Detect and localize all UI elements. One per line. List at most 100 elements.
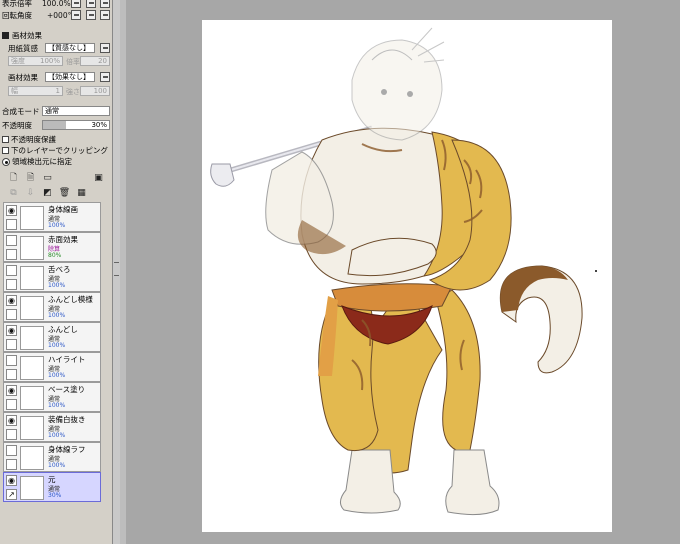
layer-opacity: 30% (48, 492, 62, 499)
layer-row[interactable]: ◉ ふんどし模様 通常 100% (3, 292, 101, 322)
visibility-eye-icon[interactable] (6, 445, 17, 456)
panel-scrollbar[interactable] (112, 0, 120, 544)
layer-lock-toggle[interactable] (6, 459, 17, 470)
material-effect-label: 画材効果 (8, 73, 38, 82)
layer-lock-toggle[interactable] (6, 279, 17, 290)
material-strength-field: 100 (80, 86, 110, 96)
zoom-reset-button[interactable] (100, 0, 110, 8)
visibility-eye-icon[interactable] (6, 265, 17, 276)
layer-lock-toggle[interactable] (6, 219, 17, 230)
new-folder-icon[interactable]: ▭ (42, 172, 53, 183)
new-layer-icon[interactable]: 🗋 (8, 172, 19, 183)
visibility-eye-icon[interactable]: ◉ (6, 415, 17, 426)
paper-intensity-label: 強度 (11, 57, 25, 65)
layer-opacity: 100% (48, 462, 66, 469)
layer-mask-icon[interactable]: ▣ (93, 172, 104, 183)
clipping-checkbox[interactable] (2, 147, 9, 154)
visibility-eye-icon[interactable]: ◉ (6, 385, 17, 396)
layer-row[interactable]: ◉ ↗ 元通常 30% (3, 472, 101, 502)
protect-opacity-checkbox[interactable] (2, 136, 9, 143)
material-section-header[interactable]: 画材効果 (0, 30, 112, 41)
delete-layer-icon[interactable]: 🗑 (59, 187, 70, 198)
visibility-eye-icon[interactable] (6, 235, 17, 246)
layer-lock-toggle[interactable] (6, 249, 17, 260)
visibility-eye-icon[interactable]: ◉ (6, 325, 17, 336)
merge-down-icon[interactable]: ◩ (42, 187, 53, 198)
copy-layer-icon[interactable]: ⧉ (8, 187, 19, 198)
layer-thumbnail (20, 236, 44, 260)
opacity-slider[interactable]: 30% (42, 120, 110, 130)
layer-lock-toggle[interactable] (6, 399, 17, 410)
layer-thumbnail (20, 416, 44, 440)
rotation-value[interactable]: +000° (47, 11, 71, 20)
head-sketch (351, 27, 445, 141)
layer-thumbnail (20, 326, 44, 350)
layer-thumbnail (20, 446, 44, 470)
clipping-option[interactable]: 下のレイヤーでクリッピング (0, 145, 112, 156)
paper-texture-select[interactable]: 【質感なし】 (45, 43, 95, 53)
clear-layer-icon[interactable]: ▦ (76, 187, 87, 198)
layer-lock-toggle[interactable] (6, 429, 17, 440)
material-width-value: 1 (55, 87, 60, 95)
rotation-label: 回転角度 (2, 11, 32, 20)
paper-texture-menu-button[interactable] (100, 43, 110, 53)
visibility-eye-icon[interactable] (6, 355, 17, 366)
selection-source-option[interactable]: 領域検出元に指定 (0, 156, 112, 167)
rotate-reset-button[interactable] (100, 10, 110, 20)
opacity-value: 30% (91, 121, 107, 129)
collapse-icon[interactable] (2, 32, 9, 39)
layer-opacity: 100% (48, 222, 66, 229)
display-zoom-row: 表示倍率 100.0% (0, 0, 112, 9)
clipping-label: 下のレイヤーでクリッピング (11, 146, 108, 155)
layer-lock-toggle[interactable] (6, 309, 17, 320)
scrollbar-grip[interactable] (114, 262, 119, 276)
material-width-field: 幅 1 (8, 86, 63, 96)
zoom-out-button[interactable] (71, 0, 81, 8)
layer-list: ◉ 身体線画 通常 100% 赤面効果 除算 80% 舌べろ 通常 100% ◉ ふんどし模様 通常 10… (3, 202, 101, 502)
layer-row[interactable]: ◉ ベース塗り 通常 100% (3, 382, 101, 412)
layer-row[interactable]: 舌べろ 通常 100% (3, 262, 101, 292)
layer-opacity: 100% (48, 342, 66, 349)
material-effect-value: 【効果なし】 (48, 73, 90, 81)
material-effect-select[interactable]: 【効果なし】 (45, 72, 95, 82)
blend-mode-value: 通常 (45, 107, 59, 115)
visibility-eye-icon[interactable]: ◉ (6, 475, 17, 486)
visibility-eye-icon[interactable]: ◉ (6, 295, 17, 306)
new-linework-layer-icon[interactable]: 🗎 (25, 172, 36, 183)
layer-thumbnail (20, 266, 44, 290)
layer-row[interactable]: ◉ 身体線画 通常 100% (3, 202, 101, 232)
layer-row[interactable]: ◉ ふんどし 通常 100% (3, 322, 101, 352)
layer-lock-toggle[interactable] (6, 339, 17, 350)
layer-row[interactable]: ◉ 装備白抜き 通常 100% (3, 412, 101, 442)
layer-lock-toggle[interactable] (6, 369, 17, 380)
visibility-eye-icon[interactable]: ◉ (6, 205, 17, 216)
layer-row[interactable]: 身体線ラフ 通常 100% (3, 442, 101, 472)
zoom-in-button[interactable] (86, 0, 96, 8)
layer-opacity: 100% (48, 282, 66, 289)
paper-scale-label: 倍率 (66, 58, 80, 66)
transfer-down-icon[interactable]: ⇩ (25, 187, 36, 198)
opacity-label: 不透明度 (2, 121, 32, 130)
rotation-row: 回転角度 +000° (0, 10, 112, 21)
display-zoom-value[interactable]: 100.0% (42, 0, 71, 8)
material-effect-menu-button[interactable] (100, 72, 110, 82)
material-strength-value: 100 (93, 87, 107, 95)
layer-opacity: 100% (48, 402, 66, 409)
paper-scale-field: 20 (80, 56, 110, 66)
display-zoom-label: 表示倍率 (2, 0, 32, 8)
layer-thumbnail (20, 356, 44, 380)
selection-source-radio[interactable] (2, 157, 10, 166)
workspace-gutter (120, 0, 126, 544)
rotate-left-button[interactable] (71, 10, 81, 20)
blend-mode-select[interactable]: 通常 (42, 106, 110, 116)
layer-row[interactable]: 赤面効果 除算 80% (3, 232, 101, 262)
layer-row[interactable]: ハイライト 通常 100% (3, 352, 101, 382)
protect-opacity-option[interactable]: 不透明度保護 (0, 134, 112, 145)
paper-scale-value: 20 (98, 57, 107, 65)
paper-texture-label: 用紙質感 (8, 44, 38, 53)
layer-lock-toggle[interactable]: ↗ (6, 489, 17, 500)
rotate-right-button[interactable] (86, 10, 96, 20)
material-strength-label: 強さ (66, 88, 80, 96)
paper-intensity-field: 強度 100% (8, 56, 63, 66)
drawing-canvas[interactable] (202, 20, 612, 532)
